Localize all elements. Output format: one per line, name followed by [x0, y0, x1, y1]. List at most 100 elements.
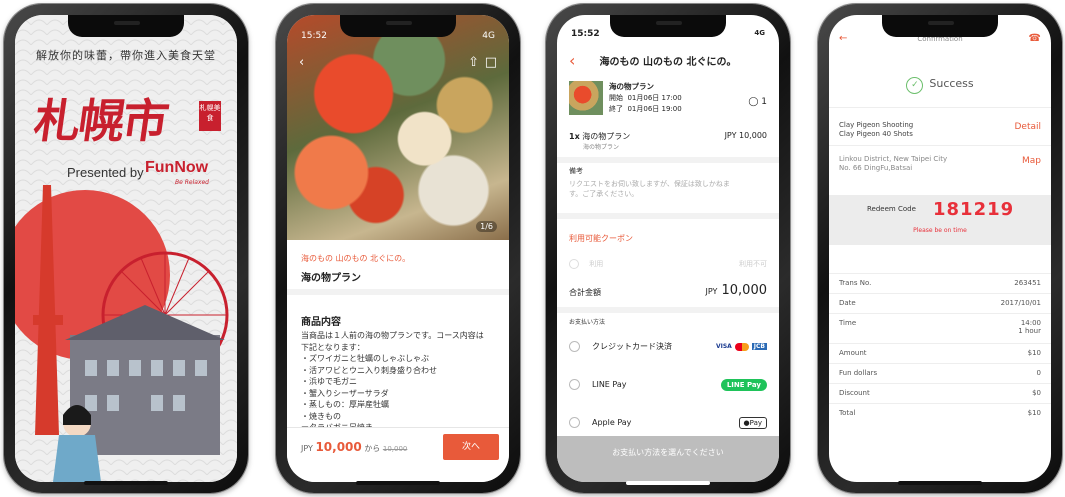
service-plan: Clay Pigeon 40 Shots — [839, 130, 913, 138]
detail-label: Time — [839, 319, 857, 327]
purchase-footer: JPY 10,000 から 10,000 次へ — [287, 427, 509, 482]
section-divider — [287, 289, 509, 295]
redeem-code: 181219 — [933, 199, 1015, 220]
confirmation-screen: ← ☎ Confirmation ✓ Success Clay Pigeon Sh… — [829, 15, 1051, 482]
detail-row: Time 14:00 1 hour — [839, 319, 1041, 335]
home-indicator — [356, 481, 440, 485]
detail-row: Fun dollars 0 — [839, 369, 1041, 377]
old-price: 10,000 — [382, 445, 408, 453]
divider — [829, 343, 1051, 344]
description-line: ・焼きもの — [301, 411, 341, 421]
map-link[interactable]: Map — [1022, 157, 1041, 166]
seafood-photo[interactable] — [287, 15, 509, 240]
description-line: 下記となります： — [301, 342, 365, 352]
coupon-row[interactable]: 利用 利用不可 — [569, 259, 767, 269]
person-icon: ◯ — [748, 97, 759, 107]
red-stamp: 札幌美食 — [199, 101, 221, 131]
line-radio[interactable] — [569, 379, 580, 390]
back-arrow-icon[interactable]: ‹ — [299, 55, 304, 70]
detail-label: Discount — [839, 389, 870, 397]
divider — [829, 293, 1051, 294]
photo-nav: ‹ ⇧ □ — [299, 55, 497, 71]
detail-label: Total — [839, 409, 856, 417]
bookmark-icon[interactable]: □ — [485, 55, 497, 70]
detail-label: Trans No. — [839, 279, 872, 287]
detail-value: $10 — [1027, 409, 1041, 417]
checkout-screen: 15:52 4G ‹ 海のもの 山のもの 北ぐにの。 海の物プラン 開始 01月… — [557, 15, 779, 482]
apple-pay-logo: ●Pay — [738, 417, 767, 429]
detail-row: Trans No. 263451 — [839, 279, 1041, 287]
network-status: 4G — [482, 31, 495, 41]
phone-frame-2: 15:52 4G ‹ ⇧ □ 1/6 海のもの 山のもの 北ぐにの。 海の物プラ… — [276, 4, 520, 493]
price-display: JPY 10,000 から 10,000 — [301, 440, 407, 454]
detail-value: $0 — [1032, 389, 1041, 397]
plan-name: 海の物プラン — [301, 273, 361, 284]
share-icon[interactable]: ⇧ — [468, 55, 479, 70]
detail-label: Amount — [839, 349, 867, 357]
apple-pay-text: Pay — [749, 419, 762, 427]
coupon-radio[interactable] — [569, 259, 579, 269]
start-label: 開始 — [609, 94, 623, 102]
funnow-logo: FunNow — [145, 159, 209, 176]
photo-counter: 1/6 — [476, 221, 497, 232]
section-divider — [557, 307, 779, 313]
detail-row: Total $10 — [839, 409, 1041, 417]
payment-label: お支払い方法 — [569, 319, 606, 326]
mastercard-icon — [734, 342, 749, 351]
visa-logo: VISA — [715, 343, 732, 350]
pay-line-label: LINE Pay — [592, 380, 627, 389]
description-line: ・蒸しもの：厚岸産牡蠣 — [301, 400, 389, 409]
people-value: 1 — [761, 97, 767, 107]
price-suffix: から — [364, 444, 381, 453]
card-radio[interactable] — [569, 341, 580, 352]
pay-apple-label: Apple Pay — [592, 418, 632, 427]
note-placeholder-line1: リクエストをお伺い致しますが、保証は致しかねま — [569, 180, 730, 188]
note-input[interactable]: リクエストをお伺い致しますが、保証は致しかねま す。ご了承ください。 — [569, 179, 767, 199]
divider — [829, 313, 1051, 314]
presented-by-text: Presented by — [67, 165, 144, 180]
address-row: Linkou District, New Taipei City No. 66 … — [839, 155, 1041, 173]
shop-name[interactable]: 海のもの 山のもの 北ぐにの。 — [301, 253, 410, 264]
line-item: 1x 海の物プラン 海の物プラン JPY 10,000 — [569, 131, 767, 151]
booking-summary: 海の物プラン 開始 01月06日 17:00 終了 01月06日 19:00 — [609, 81, 682, 115]
description-line: ・ズワイガニと牡蠣のしゃぶしゃぶ — [301, 354, 429, 363]
description-line: ・浜ゆで毛ガニ — [301, 377, 357, 386]
divider — [829, 383, 1051, 384]
coupon-label: 利用可能クーポン — [569, 234, 633, 243]
poster-tagline: 解放你的味蕾，帶你進入美食天堂 — [36, 49, 216, 62]
notch — [68, 15, 184, 37]
phone-frame-4: ← ☎ Confirmation ✓ Success Clay Pigeon Sh… — [818, 4, 1062, 493]
home-indicator — [626, 481, 710, 485]
choose-payment-button[interactable]: お支払い方法を選んでください — [557, 436, 779, 482]
description-line: ・蟹入りシーザーサラダ — [301, 388, 389, 398]
coupon-use: 利用 — [589, 260, 604, 268]
detail-value: 2017/10/01 — [1000, 299, 1041, 307]
next-button[interactable]: 次へ — [443, 434, 499, 460]
pay-option-apple[interactable]: Apple Pay ●Pay — [569, 413, 767, 433]
notch — [882, 15, 998, 37]
detail-value: 263451 — [1014, 279, 1041, 287]
detail-row: Amount $10 — [839, 349, 1041, 357]
product-thumbnail — [569, 81, 603, 115]
status-time: 15:52 — [571, 29, 600, 39]
total-value: 10,000 — [721, 283, 768, 298]
total-label: 合計金額 — [569, 288, 601, 297]
pay-option-card[interactable]: クレジットカード決済 VISA JCB — [569, 337, 767, 357]
detail-label: Date — [839, 299, 856, 307]
page-title: 海のもの 山のもの 北ぐにの。 — [599, 57, 737, 68]
detail-link[interactable]: Detail — [1014, 123, 1041, 132]
pay-option-line[interactable]: LINE Pay LINE Pay — [569, 375, 767, 395]
line-item-name: 海の物プラン — [582, 132, 631, 141]
apple-radio[interactable] — [569, 417, 580, 428]
detail-value: 14:00 1 hour — [1018, 319, 1041, 335]
status-time: 15:52 — [301, 31, 327, 41]
plan-name: 海の物プラン — [609, 82, 654, 91]
section-divider — [557, 213, 779, 219]
redeem-note: Please be on time — [913, 227, 967, 234]
note-label: 備考 — [569, 167, 583, 175]
success-status: ✓ Success — [829, 77, 1051, 94]
detail-row: Date 2017/10/01 — [839, 299, 1041, 307]
network-status: 4G — [754, 29, 765, 37]
description-line: 当商品は１人前の海の物プランです。コース内容は — [301, 331, 484, 340]
logo-tagline: Be Relaxed — [175, 179, 209, 186]
